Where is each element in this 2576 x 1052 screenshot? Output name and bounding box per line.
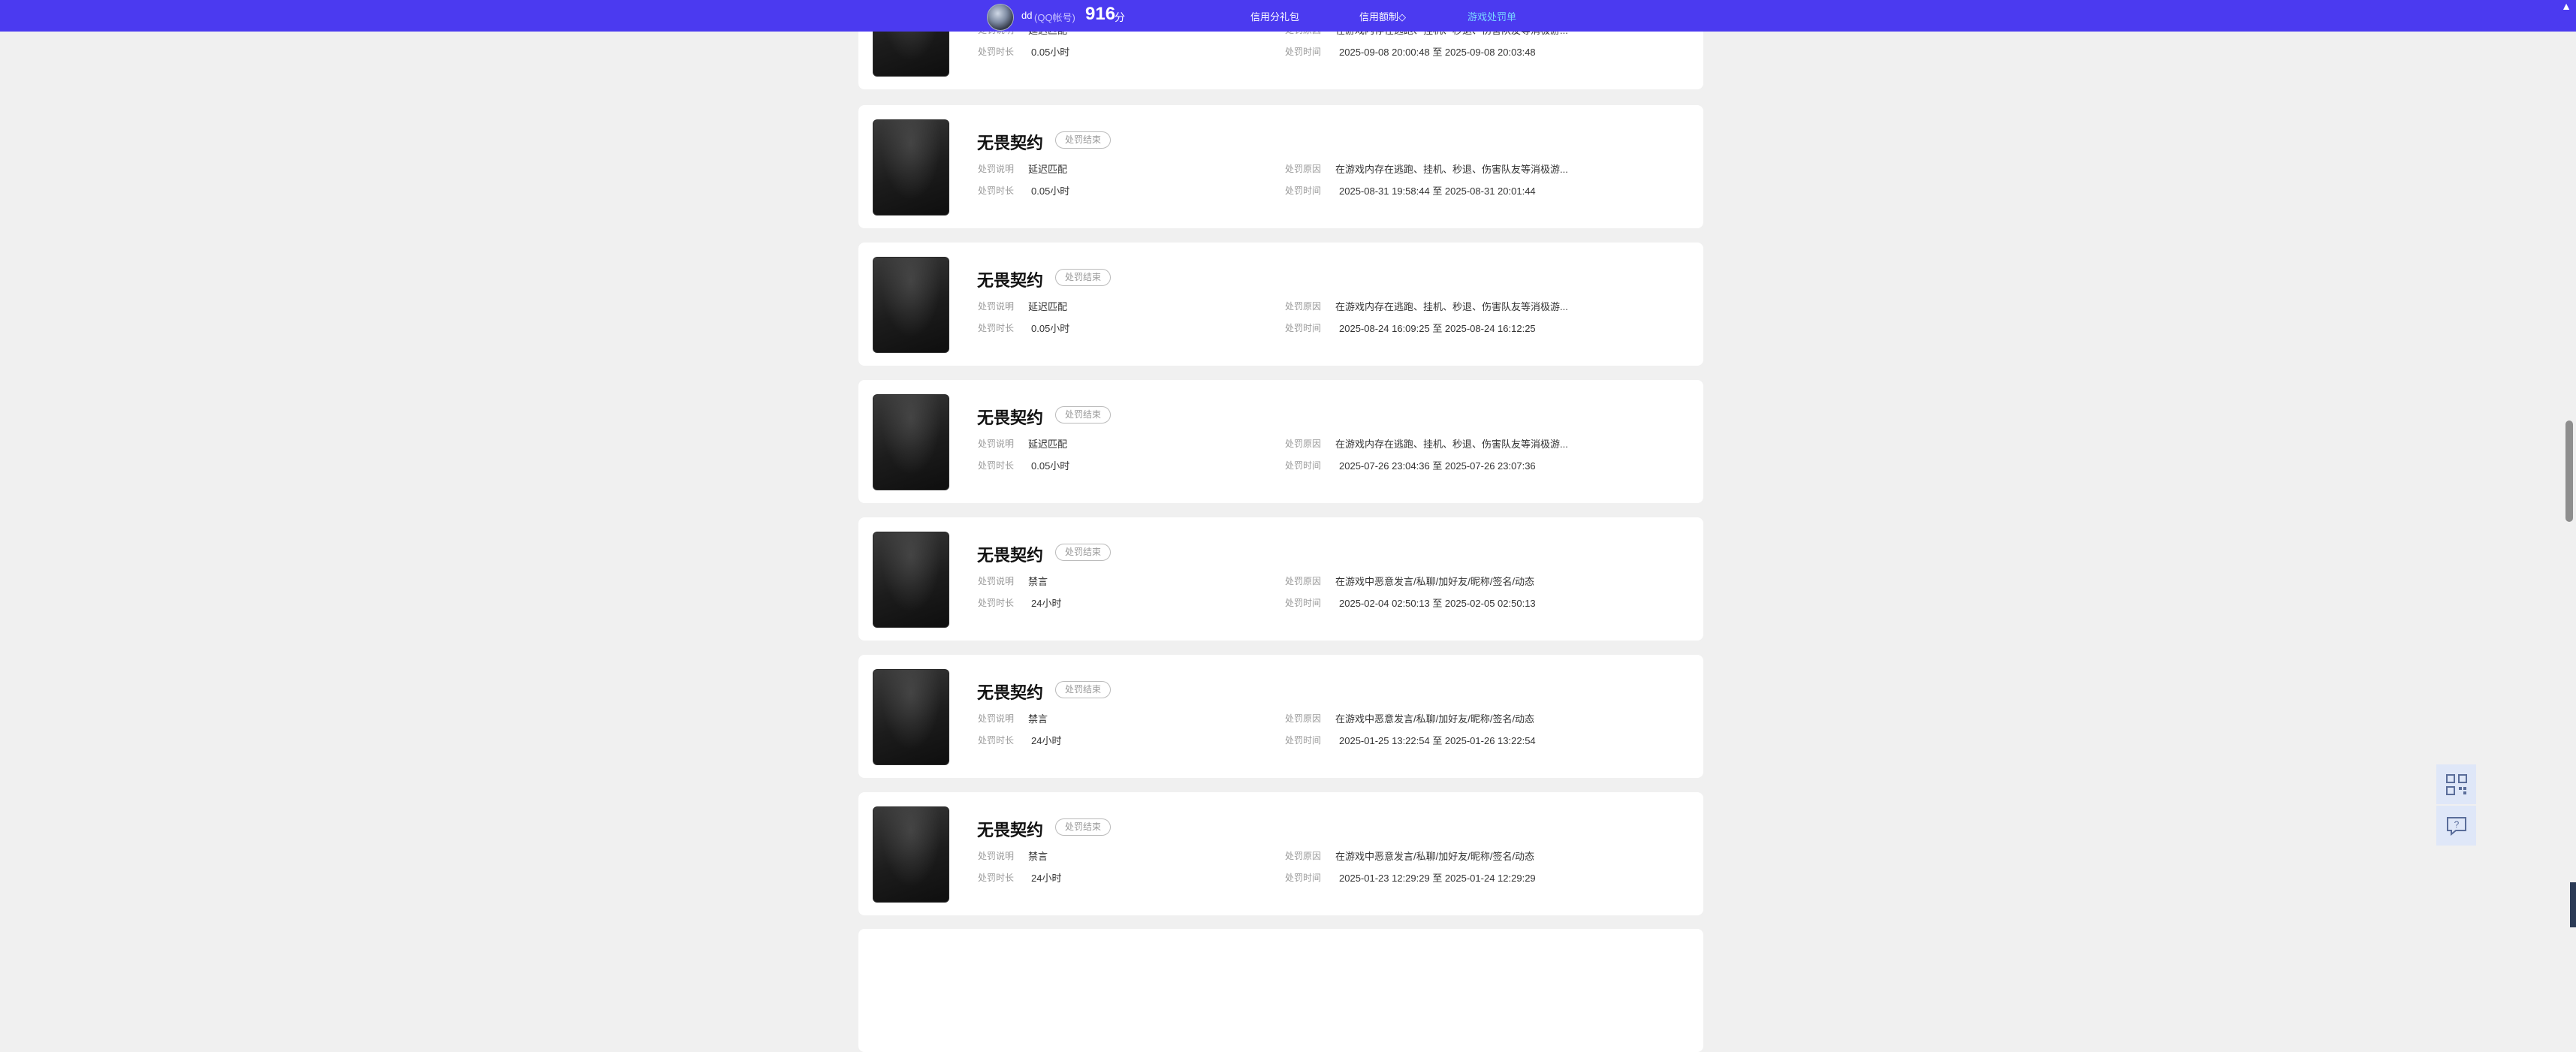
time-label: 处罚时间 <box>1285 598 1322 608</box>
feedback-button[interactable]: ? <box>2436 806 2476 846</box>
penalty-record-card: 无畏契约 处罚结束处罚说明 禁言处罚时长 24小时 处罚原因 在游戏中恶意发言/私聊/加好… <box>858 792 1703 915</box>
reason-value: 在游戏中恶意发言/私聊/加好友/昵称/签名/动态 <box>1335 851 1535 862</box>
penalty-record-card: 无畏契约处罚结束处罚说明 延迟匹配处罚时长 0.05小时 处罚原因 在游戏内存在逃跑、挂… <box>858 243 1703 366</box>
scroll-up-arrow-icon[interactable]: ▲ <box>2561 0 2571 12</box>
nav-credit-limit[interactable]: 信用额制◇ <box>1359 9 1406 23</box>
time-label: 处罚时间 <box>1285 735 1322 746</box>
desc-value: 延迟匹配 <box>1028 301 1068 312</box>
duration-value: 24小时 <box>1031 735 1062 746</box>
status-badge: 处罚结束 <box>1055 681 1112 698</box>
credit-score: 916 <box>1085 4 1116 24</box>
game-thumbnail <box>873 806 949 903</box>
penalty-record-card-partial <box>858 929 1703 1052</box>
reason-value: 在游戏内存在逃跑、挂机、秒退、伤害队友等消极游... <box>1335 301 1568 312</box>
time-label: 处罚时间 <box>1285 873 1322 883</box>
status-badge: 处罚结束 <box>1055 131 1112 149</box>
time-value: 2025-01-25 13:22:54 至 2025-01-26 13:22:5… <box>1339 735 1536 746</box>
reason-label: 处罚原因 <box>1285 164 1322 174</box>
duration-value: 0.05小时 <box>1031 460 1070 472</box>
duration-value: 24小时 <box>1031 598 1062 609</box>
desc-label: 处罚说明 <box>978 439 1015 449</box>
reason-value: 在游戏中恶意发言/私聊/加好友/昵称/签名/动态 <box>1335 713 1535 725</box>
duration-label: 处罚时长 <box>978 185 1015 196</box>
time-value: 2025-08-31 19:58:44 至 2025-08-31 20:01:4… <box>1339 185 1536 197</box>
reason-label: 处罚原因 <box>1285 576 1322 586</box>
time-value: 2025-07-26 23:04:36 至 2025-07-26 23:07:3… <box>1339 460 1536 472</box>
game-thumbnail <box>873 669 949 765</box>
svg-text:?: ? <box>2454 819 2460 830</box>
credit-score-unit: 分 <box>1115 11 1125 23</box>
game-thumbnail <box>873 257 949 353</box>
status-badge: 处罚结束 <box>1055 406 1112 424</box>
reason-value: 在游戏中恶意发言/私聊/加好友/昵称/签名/动态 <box>1335 576 1535 587</box>
reason-label: 处罚原因 <box>1285 301 1322 312</box>
account-type: (QQ帐号) <box>1034 12 1075 23</box>
avatar[interactable] <box>987 4 1014 31</box>
desc-value: 延迟匹配 <box>1028 439 1068 450</box>
game-title: 无畏契约 <box>977 821 1044 839</box>
game-title: 无畏契约 <box>977 546 1044 565</box>
nav-credit-gift[interactable]: 信用分礼包 <box>1250 9 1299 23</box>
duration-label: 处罚时长 <box>978 47 1015 57</box>
desc-label: 处罚说明 <box>978 713 1015 724</box>
nav-penalty-list[interactable]: 游戏处罚单 <box>1467 9 1516 23</box>
duration-label: 处罚时长 <box>978 735 1015 746</box>
duration-label: 处罚时长 <box>978 460 1015 471</box>
time-value: 2025-08-24 16:09:25 至 2025-08-24 16:12:2… <box>1339 323 1536 334</box>
status-badge: 处罚结束 <box>1055 269 1112 286</box>
status-badge: 处罚结束 <box>1055 818 1112 836</box>
duration-label: 处罚时长 <box>978 873 1015 883</box>
desc-value: 禁言 <box>1028 713 1048 725</box>
desc-label: 处罚说明 <box>978 851 1015 861</box>
top-bar: dd (QQ帐号) 916 分 信用分礼包 信用额制◇ 游戏处罚单 ▲ <box>0 0 2576 32</box>
game-title: 无畏契约 <box>977 271 1044 290</box>
time-value: 2025-01-23 12:29:29 至 2025-01-24 12:29:2… <box>1339 873 1536 884</box>
reason-label: 处罚原因 <box>1285 851 1322 861</box>
reason-label: 处罚原因 <box>1285 439 1322 449</box>
corner-indicator <box>2570 882 2576 927</box>
game-thumbnail <box>873 119 949 216</box>
time-label: 处罚时间 <box>1285 460 1322 471</box>
time-value: 2025-09-08 20:00:48 至 2025-09-08 20:03:4… <box>1339 47 1536 58</box>
scrollbar-thumb[interactable] <box>2565 420 2573 522</box>
desc-value: 禁言 <box>1028 851 1048 862</box>
reason-label: 处罚原因 <box>1285 713 1322 724</box>
game-thumbnail <box>873 394 949 490</box>
duration-value: 0.05小时 <box>1031 185 1070 197</box>
duration-value: 0.05小时 <box>1031 47 1070 58</box>
reason-value: 在游戏内存在逃跑、挂机、秒退、伤害队友等消极游... <box>1335 164 1568 175</box>
status-badge: 处罚结束 <box>1055 544 1112 561</box>
game-title: 无畏契约 <box>977 134 1044 152</box>
game-title: 无畏契约 <box>977 683 1044 702</box>
desc-label: 处罚说明 <box>978 164 1015 174</box>
penalty-record-card: 无畏契约处罚结束处罚说明 延迟匹配处罚时长 0.05小时 处罚原因 在游戏内存在逃跑、挂… <box>858 105 1703 228</box>
qrcode-button[interactable] <box>2436 764 2476 804</box>
time-value: 2025-02-04 02:50:13 至 2025-02-05 02:50:1… <box>1339 598 1536 609</box>
desc-value: 延迟匹配 <box>1028 164 1068 175</box>
duration-label: 处罚时长 <box>978 323 1015 333</box>
duration-label: 处罚时长 <box>978 598 1015 608</box>
penalty-record-card: 无畏契约 处罚结束处罚说明 禁言处罚时长 24小时 处罚原因 在游戏中恶意发言/私聊/加好… <box>858 517 1703 641</box>
time-label: 处罚时间 <box>1285 185 1322 196</box>
username: dd <box>1021 10 1033 21</box>
game-title: 无畏契约 <box>977 408 1044 427</box>
reason-value: 在游戏内存在逃跑、挂机、秒退、伤害队友等消极游... <box>1335 439 1568 450</box>
desc-label: 处罚说明 <box>978 301 1015 312</box>
duration-value: 0.05小时 <box>1031 323 1070 334</box>
duration-value: 24小时 <box>1031 873 1062 884</box>
desc-value: 禁言 <box>1028 576 1048 587</box>
time-label: 处罚时间 <box>1285 323 1322 333</box>
penalty-record-card: 无畏契约处罚结束处罚说明 延迟匹配处罚时长 0.05小时 处罚原因 在游戏内存在逃跑、挂… <box>858 380 1703 503</box>
feedback-question-icon: ? <box>2447 817 2466 836</box>
penalty-record-card: 无畏契约 处罚结束处罚说明 禁言处罚时长 24小时 处罚原因 在游戏中恶意发言/私聊/加好… <box>858 655 1703 778</box>
qrcode-icon <box>2446 774 2467 795</box>
game-thumbnail <box>873 532 949 628</box>
time-label: 处罚时间 <box>1285 47 1322 57</box>
desc-label: 处罚说明 <box>978 576 1015 586</box>
